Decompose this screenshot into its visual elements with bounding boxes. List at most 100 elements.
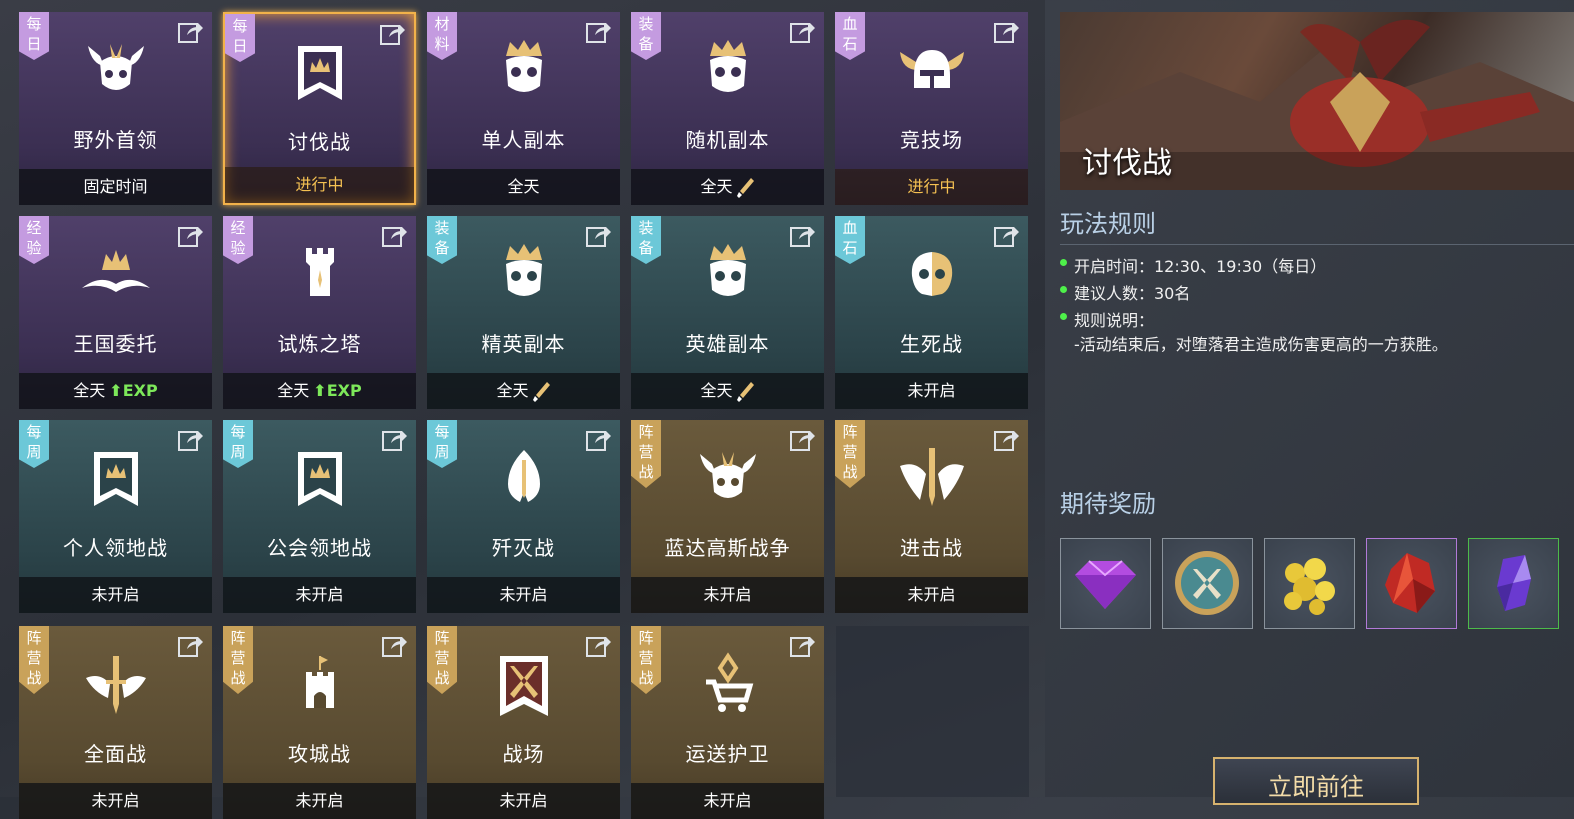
activity-grid: 每 日 野外首领 固定时间 每 日 讨伐战 进行中 材 料 单人副本 全天 装 …: [0, 0, 1045, 819]
gold-coins-icon: [1284, 558, 1335, 615]
reward-slot[interactable]: [1264, 538, 1355, 629]
share-icon[interactable]: [382, 224, 408, 248]
activity-tile-crusade[interactable]: 每 日 讨伐战 进行中: [223, 12, 416, 205]
rules-heading: 玩法规则: [1060, 210, 1156, 238]
horned-skull-icon: [87, 44, 144, 90]
share-icon[interactable]: [994, 428, 1020, 452]
category-tag: 阵 营 战: [631, 626, 661, 694]
activity-tile-landagos-war[interactable]: 阵 营 战 蓝达高斯战争 未开启: [631, 420, 824, 613]
share-icon[interactable]: [178, 634, 204, 658]
red-crystal-icon: [1385, 553, 1435, 613]
banner-title: 讨伐战: [1082, 146, 1172, 181]
activity-status: 未开启: [19, 577, 212, 613]
blade-crest-icon: [507, 450, 540, 502]
activity-name: 试炼之塔: [277, 332, 362, 356]
share-icon[interactable]: [586, 428, 612, 452]
activity-name: 歼灭战: [492, 536, 555, 560]
category-tag: 装 备: [631, 12, 661, 60]
activity-status: 进行中: [225, 167, 414, 203]
rewards-heading: 期待奖励: [1060, 490, 1156, 518]
activity-name: 讨伐战: [288, 130, 351, 154]
activity-tile-total-war[interactable]: 阵 营 战 全面战 未开启: [19, 626, 212, 819]
reward-slot[interactable]: [1060, 538, 1151, 629]
category-tag: 阵 营 战: [631, 420, 661, 488]
share-icon[interactable]: [382, 428, 408, 452]
crowned-skull-icon: [505, 40, 542, 92]
activity-tile-life-death[interactable]: 血 石 生死战 未开启: [835, 216, 1028, 409]
share-icon[interactable]: [380, 22, 406, 46]
exp-label: EXP: [122, 381, 158, 400]
category-tag: 阵 营 战: [835, 420, 865, 488]
category-tag: 每 周: [427, 420, 457, 468]
share-icon[interactable]: [790, 428, 816, 452]
horned-skull-icon: [699, 452, 756, 498]
activity-tile-elite-dungeon[interactable]: 装 备 精英副本 全天: [427, 216, 620, 409]
activity-tile-annihilation[interactable]: 每 周 歼灭战 未开启: [427, 420, 620, 613]
crown-banner-icon: [297, 452, 342, 506]
activity-tile-random-dungeon[interactable]: 装 备 随机副本 全天: [631, 12, 824, 205]
share-icon[interactable]: [586, 634, 612, 658]
activity-tile-escort[interactable]: 阵 营 战 运送护卫 未开启: [631, 626, 824, 819]
share-icon[interactable]: [586, 224, 612, 248]
activity-status: 未开启: [19, 783, 212, 819]
activity-status: 未开启: [835, 577, 1028, 613]
activity-tile-arena[interactable]: 血 石 竞技场 进行中: [835, 12, 1028, 205]
activity-tile-solo-dungeon[interactable]: 材 料 单人副本 全天: [427, 12, 620, 205]
activity-name: 野外首领: [73, 128, 158, 152]
activity-name: 随机副本: [685, 128, 770, 152]
rule-open-time: 开启时间：12:30、19:30（每日）: [1074, 257, 1327, 276]
activity-tile-battlefield[interactable]: 阵 营 战 战场 未开启: [427, 626, 620, 819]
purple-crystal-icon: [1497, 555, 1531, 611]
share-icon[interactable]: [994, 20, 1020, 44]
go-now-button[interactable]: 立即前往: [1213, 757, 1419, 805]
gear-sword-icon: [736, 177, 754, 198]
category-tag: 材 料: [427, 12, 457, 60]
share-icon[interactable]: [178, 224, 204, 248]
activity-tile-trial-tower[interactable]: 经 验 试炼之塔 全天 ⬆EXP: [223, 216, 416, 409]
share-icon[interactable]: [382, 634, 408, 658]
activity-name: 战场: [502, 742, 545, 766]
reward-slot[interactable]: [1162, 538, 1253, 629]
activity-status: 进行中: [835, 169, 1028, 205]
activity-tile-assault[interactable]: 阵 营 战 进击战 未开启: [835, 420, 1028, 613]
share-icon[interactable]: [790, 634, 816, 658]
share-icon[interactable]: [586, 20, 612, 44]
category-tag: 经 验: [19, 216, 49, 264]
category-tag: 阵 营 战: [427, 626, 457, 694]
activity-tile-guild-territory[interactable]: 每 周 公会领地战 未开启: [223, 420, 416, 613]
crown-banner-icon: [297, 46, 342, 100]
share-icon[interactable]: [994, 224, 1020, 248]
activity-name: 英雄副本: [685, 332, 770, 356]
activity-name: 单人副本: [481, 128, 566, 152]
activity-status: 全天: [700, 381, 733, 400]
castle-icon: [305, 656, 334, 708]
activity-name: 蓝达高斯战争: [664, 536, 791, 560]
share-icon[interactable]: [178, 428, 204, 452]
activity-status: 固定时间: [19, 169, 212, 205]
exp-label: EXP: [326, 381, 362, 400]
activity-name: 精英副本: [481, 332, 566, 356]
split-skull-icon: [911, 252, 952, 296]
winged-sword-icon: [899, 448, 964, 506]
category-tag: 每 周: [19, 420, 49, 468]
activity-status: 未开启: [427, 577, 620, 613]
activity-tile-personal-territory[interactable]: 每 周 个人领地战 未开启: [19, 420, 212, 613]
activity-tile-hero-dungeon[interactable]: 装 备 英雄副本 全天: [631, 216, 824, 409]
crowned-skull-icon: [709, 244, 746, 296]
share-icon[interactable]: [178, 20, 204, 44]
activity-status-row: 全天: [427, 373, 620, 409]
activity-status: 全天: [73, 381, 106, 400]
reward-slot[interactable]: [1468, 538, 1559, 629]
category-tag: 血 石: [835, 216, 865, 264]
horned-helmet-icon: [899, 50, 964, 88]
activity-tile-field-boss[interactable]: 每 日 野外首领 固定时间: [19, 12, 212, 205]
rule-description: -活动结束后，对堕落君主造成伤害更高的一方获胜。: [1074, 335, 1448, 354]
tower-icon: [305, 248, 334, 296]
activity-status: 全天: [427, 169, 620, 205]
reward-slot[interactable]: [1366, 538, 1457, 629]
divider: [1060, 244, 1574, 245]
share-icon[interactable]: [790, 20, 816, 44]
share-icon[interactable]: [790, 224, 816, 248]
activity-tile-siege[interactable]: 阵 营 战 攻城战 未开启: [223, 626, 416, 819]
activity-tile-kingdom-quest[interactable]: 经 验 王国委托 全天 ⬆EXP: [19, 216, 212, 409]
